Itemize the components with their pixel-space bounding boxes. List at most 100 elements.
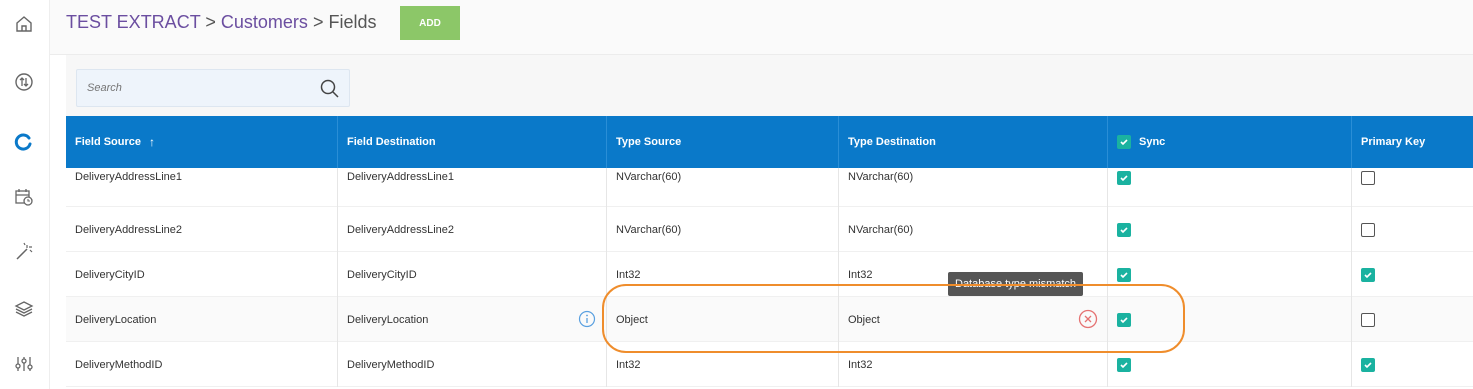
sync-checkbox[interactable]	[1117, 222, 1131, 237]
field-destination-cell: DeliveryMethodID	[337, 342, 606, 387]
breadcrumb-current: Fields	[328, 12, 377, 32]
sync-checkbox[interactable]	[1117, 312, 1131, 327]
layers-icon[interactable]	[12, 297, 36, 321]
cell-text: Object	[848, 313, 880, 326]
sync-checkbox[interactable]	[1117, 171, 1131, 185]
column-header-type-source[interactable]: Type Source	[606, 116, 838, 168]
column-header-type-destination[interactable]: Type Destination	[838, 116, 1107, 168]
type-source-cell: Int32	[606, 252, 838, 297]
sync-icon[interactable]	[12, 70, 36, 94]
cell-text: Int32	[616, 358, 641, 371]
field-source-cell: DeliveryLocation	[66, 297, 337, 342]
home-icon[interactable]	[12, 12, 36, 36]
cell-text: DeliveryCityID	[347, 268, 417, 281]
cell-text: NVarchar(60)	[848, 223, 914, 236]
type-destination-cell: Object	[838, 297, 1107, 342]
add-button[interactable]: ADD	[400, 6, 460, 40]
cell-text: DeliveryAddressLine1	[75, 171, 182, 183]
table-row[interactable]: DeliveryCityID DeliveryCityID Int32 Int32	[66, 252, 1473, 297]
primary-key-cell	[1351, 297, 1473, 342]
sync-cell	[1107, 207, 1351, 252]
cell-text: DeliveryAddressLine1	[347, 171, 454, 183]
cell-text: Int32	[616, 268, 641, 281]
sync-checkbox[interactable]	[1117, 267, 1131, 282]
magic-wand-icon[interactable]	[12, 240, 36, 264]
primary-key-checkbox[interactable]	[1361, 171, 1375, 185]
cell-text: Int32	[848, 358, 873, 371]
breadcrumb: TEST EXTRACT > Customers > Fields	[66, 12, 377, 33]
cell-text: NVarchar(60)	[616, 223, 682, 236]
search-input[interactable]	[77, 70, 307, 106]
table-row[interactable]: DeliveryMethodID DeliveryMethodID Int32 Int…	[66, 342, 1473, 387]
sidebar	[0, 0, 50, 389]
breadcrumb-separator: >	[312, 12, 324, 32]
column-header-label: Sync	[1139, 136, 1166, 148]
primary-key-checkbox[interactable]	[1361, 267, 1375, 282]
primary-key-checkbox[interactable]	[1361, 312, 1375, 327]
cell-text: DeliveryAddressLine2	[347, 223, 454, 236]
sync-cell	[1107, 252, 1351, 297]
column-header-label: Primary Key	[1361, 136, 1426, 148]
main-content: Field Source ↑ Field Destination Type So…	[66, 55, 1473, 389]
column-header-label: Type Source	[616, 136, 682, 148]
type-mismatch-tooltip: Database type mismatch	[948, 272, 1084, 296]
sync-cell	[1107, 342, 1351, 387]
search-icon[interactable]	[319, 78, 341, 100]
loading-icon[interactable]	[12, 130, 36, 154]
error-icon[interactable]	[1078, 309, 1098, 329]
sync-checkbox[interactable]	[1117, 357, 1131, 372]
cell-text: DeliveryMethodID	[347, 358, 435, 371]
primary-key-cell	[1351, 342, 1473, 387]
cell-text: DeliveryAddressLine2	[75, 223, 182, 236]
sort-ascending-icon[interactable]: ↑	[149, 135, 155, 149]
primary-key-cell	[1351, 252, 1473, 297]
type-destination-cell: NVarchar(60)	[838, 168, 1107, 207]
fields-table: Field Source ↑ Field Destination Type So…	[66, 116, 1473, 389]
column-header-sync[interactable]: Sync	[1107, 116, 1351, 168]
field-destination-cell: DeliveryCityID	[337, 252, 606, 297]
cell-text: DeliveryLocation	[75, 313, 157, 326]
type-source-cell: NVarchar(60)	[606, 207, 838, 252]
table-row[interactable]: DeliveryAddressLine1 DeliveryAddressLine1…	[66, 168, 1473, 207]
sliders-icon[interactable]	[12, 352, 36, 376]
cell-text: DeliveryCityID	[75, 268, 145, 281]
column-header-field-source[interactable]: Field Source ↑	[66, 116, 337, 168]
primary-key-cell	[1351, 207, 1473, 252]
field-source-cell: DeliveryAddressLine1	[66, 168, 337, 207]
info-icon[interactable]	[578, 310, 596, 328]
select-all-sync-checkbox[interactable]	[1117, 135, 1131, 149]
type-destination-cell: Int32	[838, 342, 1107, 387]
cell-text: NVarchar(60)	[848, 171, 914, 183]
primary-key-cell	[1351, 168, 1473, 207]
field-destination-cell: DeliveryAddressLine2	[337, 207, 606, 252]
type-destination-cell: NVarchar(60)	[838, 207, 1107, 252]
cell-text: NVarchar(60)	[616, 171, 682, 183]
primary-key-checkbox[interactable]	[1361, 357, 1375, 372]
sync-cell	[1107, 297, 1351, 342]
primary-key-checkbox[interactable]	[1361, 222, 1375, 237]
table-row[interactable]: DeliveryLocation DeliveryLocation Object Ob…	[66, 297, 1473, 342]
field-source-cell: DeliveryMethodID	[66, 342, 337, 387]
column-header-label: Field Source	[75, 136, 142, 148]
cell-text: Int32	[848, 268, 873, 281]
type-source-cell: NVarchar(60)	[606, 168, 838, 207]
field-destination-cell: DeliveryLocation	[337, 297, 606, 342]
cell-text: DeliveryLocation	[347, 313, 429, 326]
field-source-cell: DeliveryAddressLine2	[66, 207, 337, 252]
column-header-primary-key[interactable]: Primary Key	[1351, 116, 1473, 168]
cell-text: Object	[616, 313, 648, 326]
calendar-clock-icon[interactable]	[12, 185, 36, 209]
breadcrumb-table[interactable]: Customers	[221, 12, 308, 32]
column-header-label: Type Destination	[848, 136, 936, 148]
breadcrumb-project[interactable]: TEST EXTRACT	[66, 12, 200, 32]
cell-text: DeliveryMethodID	[75, 358, 163, 371]
field-destination-cell: DeliveryAddressLine1	[337, 168, 606, 207]
page-header: TEST EXTRACT > Customers > Fields ADD	[50, 0, 1473, 55]
type-source-cell: Int32	[606, 342, 838, 387]
column-header-field-destination[interactable]: Field Destination	[337, 116, 606, 168]
search-box	[76, 69, 350, 107]
field-source-cell: DeliveryCityID	[66, 252, 337, 297]
table-header: Field Source ↑ Field Destination Type So…	[66, 116, 1473, 168]
table-row[interactable]: DeliveryAddressLine2 DeliveryAddressLine2…	[66, 207, 1473, 252]
sync-cell	[1107, 168, 1351, 207]
